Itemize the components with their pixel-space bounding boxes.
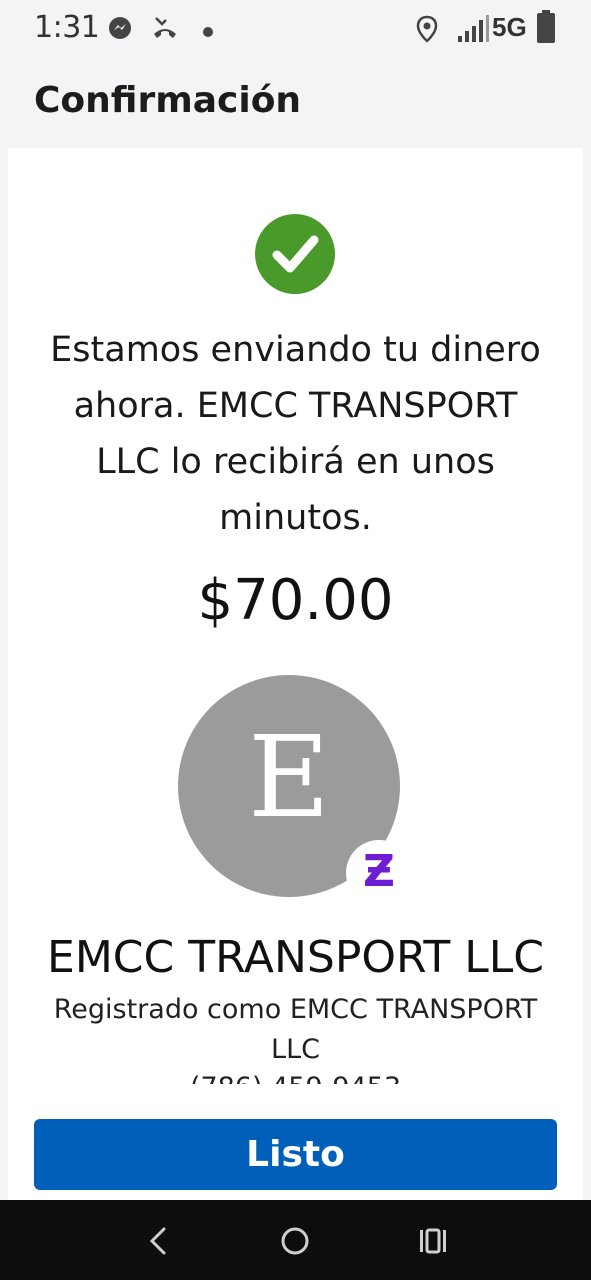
done-button[interactable]: Listo	[34, 1119, 557, 1190]
status-time: 1:31	[34, 10, 100, 45]
dot-icon	[202, 23, 214, 42]
battery-icon	[536, 10, 556, 48]
page-title: Confirmación	[34, 80, 302, 121]
registered-as-text: Registrado como EMCC TRANSPORT LLC	[53, 994, 538, 1065]
payment-amount: $70.00	[197, 568, 394, 633]
app-frame: 1:31 5G Confirmación Estamos enviando tu…	[0, 0, 591, 1280]
app-header: Confirmación	[8, 60, 583, 148]
zelle-logo-glyph: Ƶ	[363, 846, 395, 897]
avatar-initial: E	[248, 713, 330, 843]
confirmation-panel: Estamos enviando tu dinero ahora. EMCC T…	[8, 148, 583, 1200]
system-nav-bar	[0, 1200, 591, 1280]
check-circle-icon	[255, 214, 335, 294]
recipient-phone-text: (786) 459-9453	[190, 1072, 401, 1084]
recipient-name: EMCC TRANSPORT LLC	[47, 932, 544, 983]
status-bar: 1:31 5G	[0, 0, 591, 60]
location-icon	[416, 15, 438, 47]
network-type: 5G	[492, 12, 527, 42]
confirmation-message: Estamos enviando tu dinero ahora. EMCC T…	[50, 330, 541, 538]
messenger-icon	[108, 16, 132, 44]
home-icon[interactable]	[280, 1226, 310, 1260]
zelle-badge-icon: Ƶ	[346, 840, 412, 906]
back-icon[interactable]	[146, 1226, 170, 1260]
missed-call-icon	[150, 14, 180, 46]
signal-icon	[456, 14, 490, 48]
recents-icon[interactable]	[418, 1228, 448, 1258]
recipient-phone: (786) 459-9453	[8, 1070, 583, 1084]
